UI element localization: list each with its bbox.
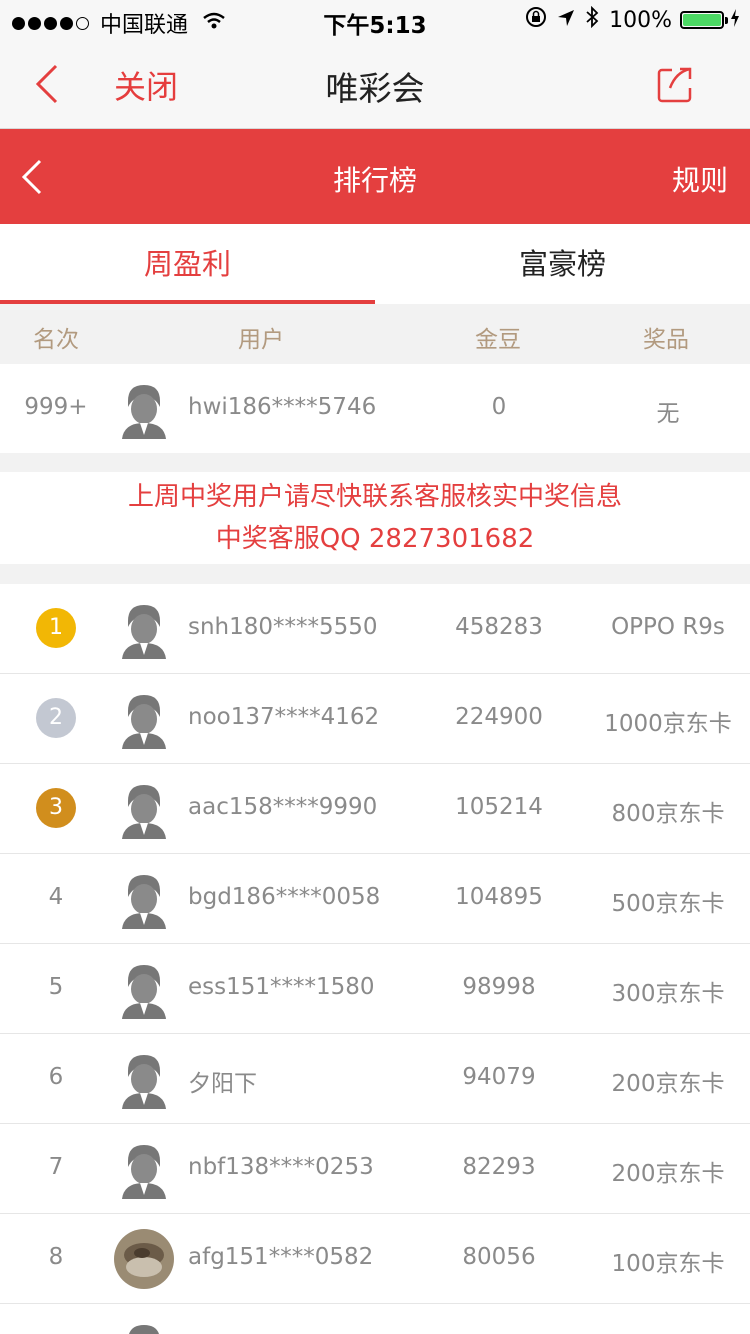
battery-fill — [683, 14, 721, 26]
beans-count: 94079 — [462, 1064, 536, 1090]
tab-weekly-profit[interactable]: 周盈利 — [0, 224, 375, 304]
tab-bar: 周盈利 富豪榜 — [0, 224, 750, 304]
navigation-bar: 关闭 唯彩会 — [0, 40, 750, 129]
avatar — [114, 689, 174, 749]
status-bar: 中国联通 下午5:13 100% — [0, 0, 750, 40]
rank: 8 — [48, 1244, 64, 1270]
ranking-row: 6 夕阳下 94079 200京东卡 — [0, 1034, 750, 1124]
username: afg151****0582 — [188, 1244, 374, 1270]
bluetooth-icon — [585, 5, 599, 34]
avatar — [114, 869, 174, 929]
avatar — [114, 379, 174, 439]
ranking-row: 2 noo137****4162 224900 1000京东卡 — [0, 674, 750, 764]
my-ranking-row: 999+ hwi186****5746 0 无 — [0, 364, 750, 453]
column-beans: 金豆 — [475, 327, 521, 353]
battery-percent: 100% — [609, 7, 672, 33]
username: aac158****9990 — [188, 794, 378, 820]
beans-count: 98998 — [462, 974, 536, 1000]
column-rank: 名次 — [33, 327, 79, 353]
rank: 6 — [48, 1064, 64, 1090]
beans-count: 0 — [491, 394, 507, 420]
table-header: 名次 用户 金豆 奖品 — [0, 304, 750, 364]
beans-count: 224900 — [455, 704, 543, 730]
battery-icon — [680, 11, 728, 29]
rules-link[interactable]: 规则 — [672, 159, 728, 199]
location-icon — [557, 8, 575, 33]
orientation-lock-icon — [525, 6, 547, 34]
rank-medal-icon: 1 — [36, 608, 76, 648]
app-title: 唯彩会 — [325, 69, 425, 108]
beans-count: 105214 — [455, 794, 543, 820]
rank: 4 — [48, 884, 64, 910]
avatar — [114, 1319, 174, 1334]
ranking-row: 5 ess151****1580 98998 300京东卡 — [0, 944, 750, 1034]
ranking-row: 3 aac158****9990 105214 800京东卡 — [0, 764, 750, 854]
status-right: 100% — [515, 5, 740, 34]
rank-medal-icon: 2 — [36, 698, 76, 738]
ranking-row: 4 bgd186****0058 104895 500京东卡 — [0, 854, 750, 944]
notice-line: 上周中奖用户请尽快联系客服核实中奖信息 — [127, 482, 622, 512]
avatar — [114, 779, 174, 839]
notice-qq: 中奖客服QQ 2827301682 — [215, 524, 535, 554]
ranking-row: 1 snh180****5550 458283 OPPO R9s — [0, 584, 750, 674]
tab-rich-list[interactable]: 富豪榜 — [375, 224, 750, 304]
username: snh180****5550 — [188, 614, 378, 640]
prize: 100京东卡 — [611, 1251, 725, 1277]
avatar — [114, 1229, 174, 1289]
beans-count: 458283 — [455, 614, 543, 640]
username: ess151****1580 — [188, 974, 375, 1000]
ranking-row — [0, 1304, 750, 1334]
prize: OPPO R9s — [611, 614, 725, 640]
column-prize: 奖品 — [643, 327, 689, 353]
avatar — [114, 959, 174, 1019]
prize: 200京东卡 — [611, 1071, 725, 1097]
prize: 200京东卡 — [611, 1161, 725, 1187]
avatar — [114, 599, 174, 659]
rank: 7 — [48, 1154, 64, 1180]
username: bgd186****0058 — [188, 884, 381, 910]
username: nbf138****0253 — [188, 1154, 374, 1180]
ranking-header: 排行榜 规则 — [0, 129, 750, 224]
ranking-row: 7 nbf138****0253 82293 200京东卡 — [0, 1124, 750, 1214]
share-button[interactable] — [656, 66, 694, 104]
beans-count: 82293 — [462, 1154, 536, 1180]
prize: 800京东卡 — [611, 801, 725, 827]
prize: 无 — [656, 401, 680, 427]
avatar — [114, 1049, 174, 1109]
prize: 1000京东卡 — [604, 711, 732, 737]
avatar — [114, 1139, 174, 1199]
ranking-row: 8 afg151****0582 80056 100京东卡 — [0, 1214, 750, 1304]
winner-notice: 上周中奖用户请尽快联系客服核实中奖信息 中奖客服QQ 2827301682 — [0, 472, 750, 564]
beans-count: 80056 — [462, 1244, 536, 1270]
rank: 999+ — [24, 394, 88, 420]
prize: 300京东卡 — [611, 981, 725, 1007]
page-title: 排行榜 — [332, 164, 417, 197]
username: noo137****4162 — [188, 704, 380, 730]
rank: 5 — [48, 974, 64, 1000]
column-user: 用户 — [238, 327, 284, 353]
charging-icon — [730, 8, 740, 33]
username: 夕阳下 — [188, 1071, 257, 1097]
prize: 500京东卡 — [611, 891, 725, 917]
beans-count: 104895 — [455, 884, 543, 910]
username: hwi186****5746 — [188, 394, 377, 420]
rank-medal-icon: 3 — [36, 788, 76, 828]
